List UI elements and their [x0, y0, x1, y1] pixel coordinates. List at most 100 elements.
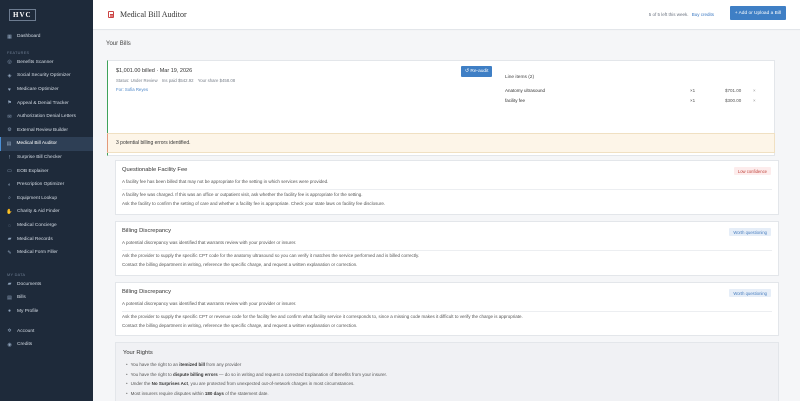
- sidebar-item-label: Medical Records: [17, 236, 53, 242]
- issue-summary: A facility fee has been billed that may …: [122, 179, 329, 184]
- rights-item: Most insurers require disputes within 18…: [126, 391, 387, 401]
- shield-icon: ◈: [7, 72, 12, 79]
- buy-credits-link[interactable]: Buy credits: [692, 12, 714, 17]
- grid-icon: ▦: [7, 33, 12, 40]
- add-bill-button[interactable]: + Add or Upload a Bill: [729, 6, 786, 20]
- bill-doc-icon: [108, 11, 114, 18]
- bill-your-share: Your share $458.08: [197, 78, 236, 83]
- gear-icon: ✲: [7, 328, 12, 335]
- sidebar-item-prescription-optimizer[interactable]: ◐ Prescription Optimizer: [0, 178, 93, 192]
- sidebar-item-label: Bills: [17, 295, 26, 301]
- section-title: Your Bills: [106, 41, 131, 47]
- issue-summary: A potential discrepancy was identified t…: [122, 301, 297, 306]
- bill-ins-paid: Ins paid $542.92: [161, 78, 194, 83]
- bill-amount: $1,001.00 billed · Mar 19, 2026: [116, 68, 193, 74]
- bill-meta: Status: Under Review Ins paid $542.92 Yo…: [116, 78, 235, 83]
- sidebar-item-external-review-builder[interactable]: ⚙ External Review Builder: [0, 124, 93, 138]
- divider: [122, 311, 772, 312]
- letter-icon: ✉: [7, 113, 12, 120]
- flag-icon: ⚑: [7, 100, 12, 107]
- issue-title: Questionable Facility Fee: [122, 167, 188, 173]
- sidebar-item-documents[interactable]: ▰ Documents: [0, 278, 93, 292]
- top-bar: Medical Bill Auditor 5 of 5 left this we…: [93, 0, 800, 30]
- scan-icon: ◎: [7, 59, 12, 66]
- sidebar-item-label: Medical Form Filler: [17, 250, 58, 256]
- warning-banner: 3 potential billing errors identified.: [107, 133, 775, 153]
- search-icon: ⌕: [8, 195, 11, 202]
- rights-item: You have the right to an itemized bill f…: [126, 362, 387, 372]
- reaudit-button[interactable]: ↺ Re-audit: [461, 66, 493, 77]
- remove-line-icon[interactable]: ×: [753, 88, 756, 93]
- sidebar-item-label: Documents: [17, 281, 42, 287]
- line-items-title: Line items (2): [505, 75, 535, 80]
- line-item-desc: Anatomy ultrasound: [505, 88, 546, 93]
- sidebar-item-equipment-lookup[interactable]: ⌕ Equipment Lookup: [0, 192, 93, 206]
- rights-list: You have the right to an itemized bill f…: [126, 362, 387, 400]
- issue-detail: Ask the provider to supply the specific …: [122, 253, 420, 258]
- issue-card: Questionable Facility Fee Low confidence…: [115, 160, 779, 215]
- sidebar-item-my-profile[interactable]: ● My Profile: [0, 305, 93, 319]
- sidebar-item-surprise-bill-checker[interactable]: ! Surprise Bill Checker: [0, 151, 93, 165]
- sidebar-item-label: Dashboard: [17, 34, 41, 40]
- line-item-row: facility fee ×1 $300.00 ×: [505, 98, 757, 103]
- sidebar-item-label: Account: [17, 328, 35, 334]
- bill-status: Status: Under Review: [116, 78, 158, 83]
- sidebar-item-medical-concierge[interactable]: ◌ Medical Concierge: [0, 219, 93, 233]
- rights-item: You have the right to dispute billing er…: [126, 372, 387, 382]
- pill-icon: ◐: [7, 181, 12, 188]
- sidebar-item-account[interactable]: ✲ Account: [0, 324, 93, 338]
- issue-summary: A potential discrepancy was identified t…: [122, 240, 297, 245]
- confidence-badge: Worth questioning: [729, 228, 771, 236]
- sidebar-item-charity-aid-finder[interactable]: ✋ Charity & Aid Finder: [0, 205, 93, 219]
- sidebar-item-benefits-scanner[interactable]: ◎ Benefits Scanner: [0, 56, 93, 70]
- receipt-icon: ▤: [7, 294, 12, 301]
- sidebar-item-label: Social Security Optimizer: [17, 73, 71, 79]
- line-item-qty: ×1: [690, 88, 696, 93]
- issue-action: Ask the facility to confirm the setting …: [122, 201, 386, 206]
- sidebar-item-label: Equipment Lookup: [17, 195, 58, 201]
- usage-text: 5 of 5 left this week. Buy credits: [649, 12, 714, 17]
- sidebar-item-label: Medical Bill Auditor: [16, 141, 58, 147]
- divider: [122, 250, 772, 251]
- issue-title: Billing Discrepancy: [122, 289, 171, 295]
- sidebar-item-eob-explainer[interactable]: ▭ EOB Explainer: [0, 164, 93, 178]
- chat-icon: ◌: [8, 222, 11, 229]
- sidebar-item-medical-form-filler[interactable]: ✎ Medical Form Filler: [0, 246, 93, 260]
- sidebar-item-medicare-optimizer[interactable]: ♥ Medicare Optimizer: [0, 83, 93, 97]
- issue-card: Billing Discrepancy Worth questioning A …: [115, 221, 779, 276]
- sidebar-item-label: My Profile: [17, 308, 39, 314]
- sidebar-item-bills[interactable]: ▤ Bills: [0, 291, 93, 305]
- line-item-desc: facility fee: [505, 98, 526, 103]
- sidebar-item-appeal-denial-tracker[interactable]: ⚑ Appeal & Denial Tracker: [0, 96, 93, 110]
- sidebar-item-label: Benefits Scanner: [17, 59, 54, 65]
- line-item-price: $701.00: [725, 88, 742, 93]
- logo-text: HVC: [9, 9, 36, 21]
- sidebar-item-medical-records[interactable]: ▰ Medical Records: [0, 232, 93, 246]
- logo[interactable]: HVC: [0, 0, 93, 30]
- form-icon: ✎: [7, 249, 12, 256]
- sidebar-item-label: Authorization Denial Letters: [17, 114, 76, 120]
- sidebar-item-label: Medical Concierge: [17, 223, 57, 229]
- receipt-icon: ▤: [6, 140, 12, 147]
- sidebar-item-label: Surprise Bill Checker: [17, 155, 62, 161]
- sidebar-item-dashboard[interactable]: ▦ Dashboard: [0, 30, 93, 44]
- sidebar-item-label: External Review Builder: [17, 127, 68, 133]
- sidebar-item-social-security-optimizer[interactable]: ◈ Social Security Optimizer: [0, 69, 93, 83]
- line-item-price: $300.00: [725, 98, 742, 103]
- sidebar-item-credits[interactable]: ◉ Credits: [0, 338, 93, 352]
- build-icon: ⚙: [7, 127, 12, 134]
- rights-title: Your Rights: [123, 350, 153, 356]
- issue-card: Billing Discrepancy Worth questioning A …: [115, 282, 779, 336]
- remove-line-icon[interactable]: ×: [753, 98, 756, 103]
- page-title: Medical Bill Auditor: [120, 10, 187, 19]
- rights-item: Under the No Surprises Act, you are prot…: [126, 381, 387, 391]
- sidebar-item-label: Appeal & Denial Tracker: [17, 100, 69, 106]
- sidebar-item-label: Charity & Aid Finder: [17, 209, 60, 215]
- sidebar-item-medical-bill-auditor[interactable]: ▤ Medical Bill Auditor: [0, 137, 93, 151]
- folder-icon: ▰: [7, 281, 12, 288]
- alert-icon: !: [8, 154, 11, 161]
- sidebar-item-authorization-denial-letters[interactable]: ✉ Authorization Denial Letters: [0, 110, 93, 124]
- sidebar: HVC ▦ Dashboard FEATURES ◎ Benefits Scann…: [0, 0, 93, 401]
- your-rights-panel: Your Rights You have the right to an ite…: [115, 342, 779, 401]
- bill-patient[interactable]: For: Sofia Reyes: [116, 87, 148, 92]
